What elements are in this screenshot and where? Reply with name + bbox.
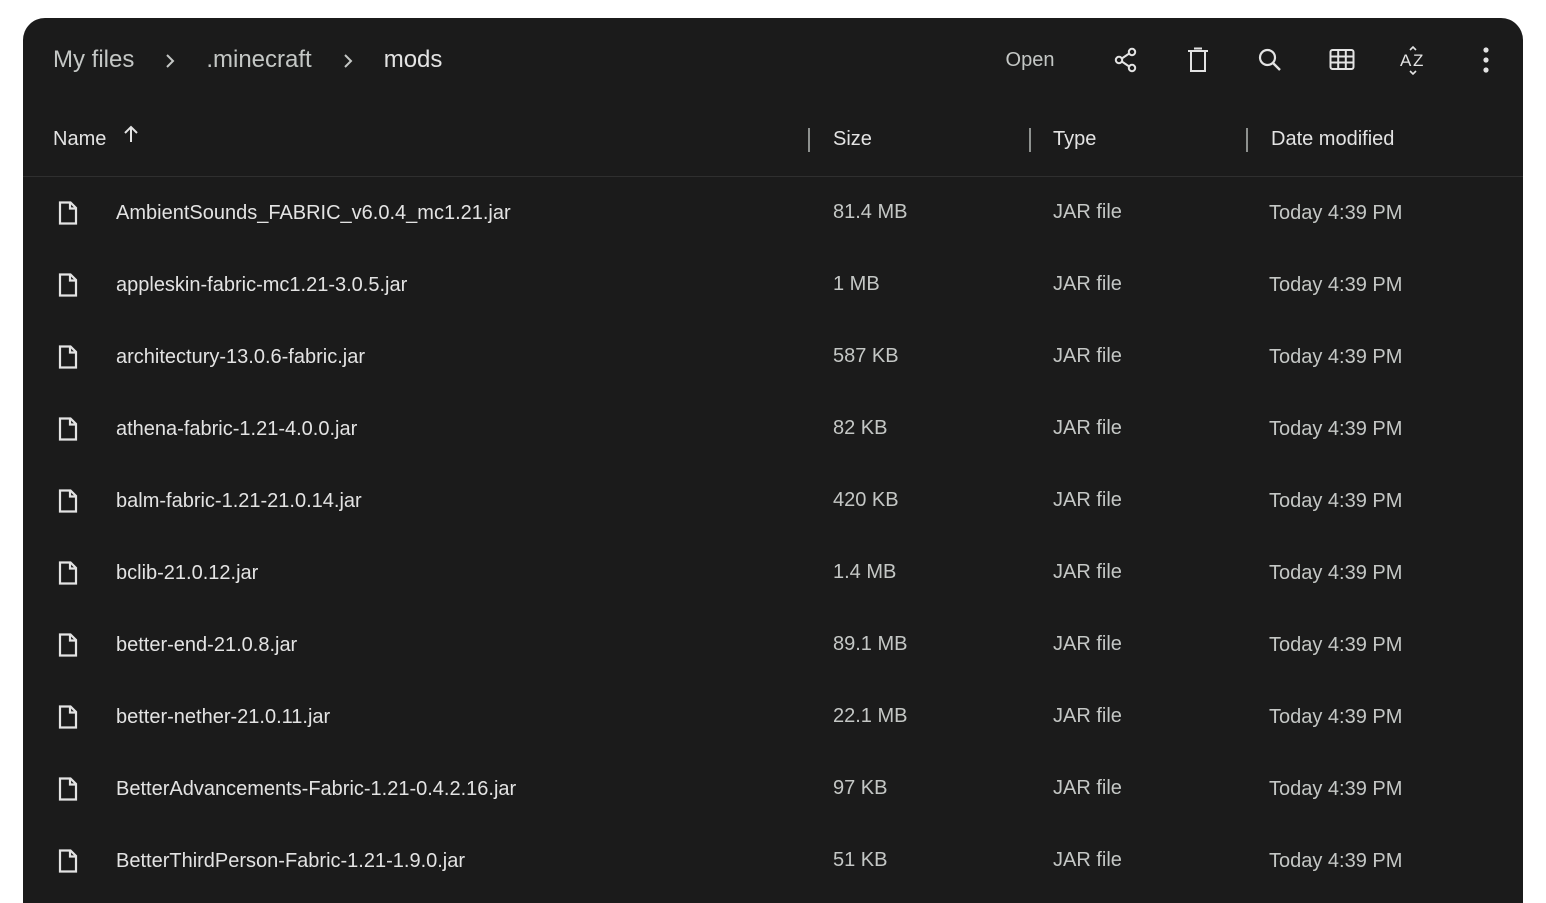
column-header-size[interactable]: Size — [833, 102, 872, 176]
search-icon — [1258, 48, 1281, 71]
file-date-modified: Today 4:39 PM — [1269, 562, 1403, 584]
more-options-button[interactable] — [1464, 38, 1508, 82]
file-name: architectury-13.0.6-fabric.jar — [116, 346, 365, 368]
column-header-date-modified[interactable]: Date modified — [1271, 102, 1394, 176]
file-row[interactable]: balm-fabric-1.21-21.0.14.jar 420 KB JAR fi… — [23, 465, 1523, 537]
file-icon — [58, 849, 78, 873]
file-date-modified: Today 4:39 PM — [1269, 778, 1403, 800]
file-row[interactable]: AmbientSounds_FABRIC_v6.0.4_mc1.21.jar 81… — [23, 177, 1523, 249]
chevron-right-icon — [312, 47, 384, 73]
file-size: 420 KB — [833, 489, 899, 511]
files-app-window: My files .minecraft mods Open A Z Name S… — [23, 18, 1523, 903]
file-list: AmbientSounds_FABRIC_v6.0.4_mc1.21.jar 81… — [23, 177, 1523, 897]
svg-text:Z: Z — [1413, 51, 1423, 70]
file-type: JAR file — [1053, 777, 1122, 799]
delete-icon — [1188, 47, 1208, 72]
file-name: bclib-21.0.12.jar — [116, 562, 259, 584]
file-icon — [58, 633, 78, 657]
file-row[interactable]: better-nether-21.0.11.jar 22.1 MB JAR file… — [23, 681, 1523, 753]
open-button[interactable]: Open — [989, 38, 1071, 82]
file-type: JAR file — [1053, 489, 1122, 511]
file-icon — [58, 489, 78, 513]
file-type: JAR file — [1053, 633, 1122, 655]
file-name: athena-fabric-1.21-4.0.0.jar — [116, 418, 358, 440]
svg-text:A: A — [1400, 51, 1412, 70]
file-name: BetterThirdPerson-Fabric-1.21-1.9.0.jar — [116, 850, 466, 872]
file-size: 82 KB — [833, 417, 888, 439]
column-resize-handle[interactable] — [1029, 128, 1031, 152]
arrow-up-icon — [122, 101, 140, 175]
column-header-name[interactable]: Name — [53, 102, 140, 176]
file-size: 81.4 MB — [833, 201, 908, 223]
file-icon — [58, 345, 78, 369]
file-row[interactable]: BetterThirdPerson-Fabric-1.21-1.9.0.jar 5… — [23, 825, 1523, 897]
file-date-modified: Today 4:39 PM — [1269, 706, 1403, 728]
file-name: balm-fabric-1.21-21.0.14.jar — [116, 490, 362, 512]
file-size: 587 KB — [833, 345, 899, 367]
file-row[interactable]: architectury-13.0.6-fabric.jar 587 KB JAR … — [23, 321, 1523, 393]
file-date-modified: Today 4:39 PM — [1269, 490, 1403, 512]
file-row[interactable]: BetterAdvancements-Fabric-1.21-0.4.2.16.… — [23, 753, 1523, 825]
file-type: JAR file — [1053, 705, 1122, 727]
breadcrumb-mods[interactable]: mods — [384, 46, 443, 74]
file-date-modified: Today 4:39 PM — [1269, 850, 1403, 872]
file-icon — [58, 705, 78, 729]
breadcrumb-my-files[interactable]: My files — [53, 46, 134, 74]
file-icon — [58, 273, 78, 297]
file-type: JAR file — [1053, 345, 1122, 367]
delete-button[interactable] — [1176, 38, 1220, 82]
share-button[interactable] — [1104, 38, 1148, 82]
search-button[interactable] — [1248, 38, 1292, 82]
column-resize-handle[interactable] — [1246, 128, 1248, 152]
sort-button[interactable]: A Z — [1392, 38, 1436, 82]
file-name: BetterAdvancements-Fabric-1.21-0.4.2.16.… — [116, 778, 517, 800]
file-size: 1 MB — [833, 273, 880, 295]
file-size: 97 KB — [833, 777, 888, 799]
file-name: better-nether-21.0.11.jar — [116, 706, 331, 728]
file-icon — [58, 561, 78, 585]
grid-view-button[interactable] — [1320, 38, 1364, 82]
breadcrumb: My files .minecraft mods — [53, 42, 442, 78]
file-name: AmbientSounds_FABRIC_v6.0.4_mc1.21.jar — [116, 202, 511, 224]
file-row[interactable]: appleskin-fabric-mc1.21-3.0.5.jar 1 MB JAR… — [23, 249, 1523, 321]
file-row[interactable]: bclib-21.0.12.jar 1.4 MB JAR file Today 4:3… — [23, 537, 1523, 609]
file-icon — [58, 777, 78, 801]
file-size: 1.4 MB — [833, 561, 897, 583]
grid-view-icon — [1329, 49, 1355, 70]
file-size: 51 KB — [833, 849, 888, 871]
file-size: 89.1 MB — [833, 633, 908, 655]
file-date-modified: Today 4:39 PM — [1269, 418, 1403, 440]
toolbar: My files .minecraft mods Open A Z — [23, 18, 1523, 102]
file-type: JAR file — [1053, 561, 1122, 583]
file-name: better-end-21.0.8.jar — [116, 634, 298, 656]
column-resize-handle[interactable] — [808, 128, 810, 152]
file-size: 22.1 MB — [833, 705, 908, 727]
more-vert-icon — [1483, 47, 1489, 73]
file-date-modified: Today 4:39 PM — [1269, 634, 1403, 656]
chevron-right-icon — [134, 47, 206, 73]
file-date-modified: Today 4:39 PM — [1269, 274, 1403, 296]
file-type: JAR file — [1053, 417, 1122, 439]
file-date-modified: Today 4:39 PM — [1269, 202, 1403, 224]
file-type: JAR file — [1053, 849, 1122, 871]
breadcrumb-minecraft[interactable]: .minecraft — [206, 46, 311, 74]
file-type: JAR file — [1053, 201, 1122, 223]
file-row[interactable]: athena-fabric-1.21-4.0.0.jar 82 KB JAR fil… — [23, 393, 1523, 465]
file-row[interactable]: better-end-21.0.8.jar 89.1 MB JAR file Toda… — [23, 609, 1523, 681]
column-header-row: Name Size Type Date modified — [23, 102, 1523, 177]
file-date-modified: Today 4:39 PM — [1269, 346, 1403, 368]
file-icon — [58, 201, 78, 225]
file-name: appleskin-fabric-mc1.21-3.0.5.jar — [116, 274, 408, 296]
column-header-type[interactable]: Type — [1053, 102, 1096, 176]
share-icon — [1114, 47, 1137, 73]
sort-az-icon: A Z — [1400, 45, 1423, 75]
column-header-name-label: Name — [53, 128, 107, 150]
file-icon — [58, 417, 78, 441]
file-type: JAR file — [1053, 273, 1122, 295]
